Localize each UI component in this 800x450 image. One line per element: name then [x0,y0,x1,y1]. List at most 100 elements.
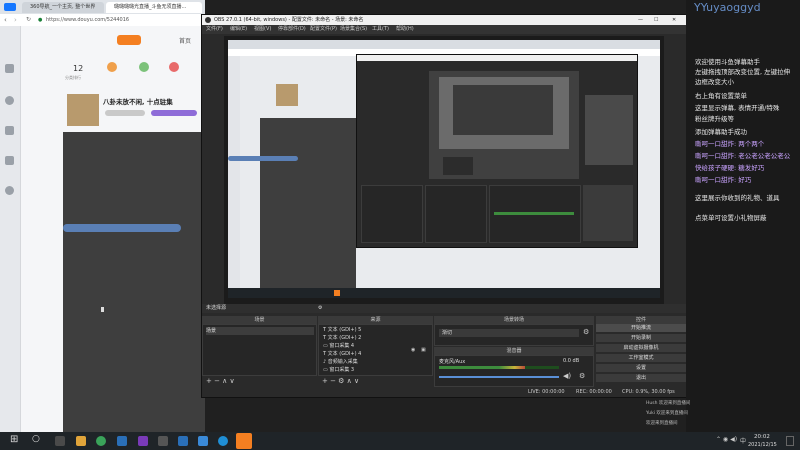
gift-icon[interactable] [139,62,149,72]
obs-titlebar: OBS 27.0.1 (64-bit, windows) - 配置文件: 未命名… [202,15,687,25]
taskbar-folder-icon[interactable] [76,436,86,446]
fans-icon[interactable] [107,62,117,72]
minimize-icon[interactable]: — [638,15,643,25]
source-item[interactable]: T 文本 (GDI+) 5 [323,326,361,334]
properties-gear-icon[interactable]: ⚙ [318,304,322,313]
room-title: 八卦未放不闲, 十点驻集 [103,98,173,106]
tray-icons[interactable]: ⌃ ◉ ◀) [716,436,737,443]
menu-help[interactable]: 帮助(H) [396,25,414,34]
speaker-icon[interactable]: ◀) [563,372,571,380]
transition-dock: 渐切 ⚙ [434,324,594,346]
danmu-assistant-panel: YYuyaoggyd 欢迎使用斗鱼弹幕助手 左键拖拽顶部改变位置, 左键拉伸 边… [686,0,800,432]
start-streaming-button[interactable]: 开始推流 [596,324,686,333]
settings-button[interactable]: 设置 [596,364,686,373]
transition-select[interactable]: 渐切 [439,329,579,337]
exit-button[interactable]: 退出 [596,374,686,383]
chat-line: 左键拖拽顶部改变位置, 左键拉伸 [695,68,791,76]
source-item[interactable]: T 文本 (GDI+) 4 [323,350,361,358]
clock-date[interactable]: 2021/12/15 [748,442,777,448]
virtual-camera-button[interactable]: 启动虚拟摄像机 [596,344,686,353]
menu-file[interactable]: 文件(F) [206,25,223,34]
follow-button[interactable] [151,110,197,116]
source-add-remove-icons[interactable]: + − ⚙ ∧ ∨ [322,377,359,385]
capture-inner-docks [443,157,473,175]
no-source-selected: 未选择源 [206,305,227,311]
sources-list[interactable]: T 文本 (GDI+) 5 T 文本 (GDI+) 2 ▭ 窗口采集 4 T 文… [318,324,433,376]
lock-icon[interactable]: ▣ [421,326,426,374]
browser-window: 360导航_一个主页, 整个世界 璐璐璐璐光直播_斗鱼无须直播... ‹ › ↻… [0,0,205,432]
url-text[interactable]: https://www.douyu.com/5244016 [46,16,196,24]
mixer-level: 0.0 dB [563,358,580,364]
source-item[interactable]: ▭ 窗口采集 3 [323,366,354,374]
chat-line: 边框改变大小 [695,78,734,86]
scene-item[interactable]: 场景 [206,327,314,335]
capture-sidebar [228,56,240,298]
taskbar-app-icon[interactable] [158,436,168,446]
rank-count: 12 [73,64,84,73]
start-recording-button[interactable]: 开始录制 [596,334,686,343]
browser-tab-2[interactable]: 璐璐璐璐光直播_斗鱼无须直播... [106,2,202,13]
taskbar-edge-icon[interactable] [218,436,228,446]
taskbar-douyu-icon[interactable] [236,433,252,449]
controls-dock: 开始推流 开始录制 启动虚拟摄像机 工作室模式 设置 退出 [596,324,686,388]
studio-mode-button[interactable]: 工作室模式 [596,354,686,363]
visibility-eye-icon[interactable]: ◉ [411,326,415,374]
mixer-gear-icon[interactable]: ⚙ [579,372,585,380]
menu-docks[interactable]: 停靠部件(D) [278,25,306,34]
back-icon[interactable]: ‹ [4,16,7,24]
share-icon[interactable] [169,62,179,72]
sidebar-category-icon[interactable] [5,126,14,135]
menu-view[interactable]: 视图(V) [254,25,271,34]
transition-dock-title: 场景转场 [434,316,594,324]
chat-line: 点菜单可设置小礼物屏蔽 [695,214,767,222]
clock-time[interactable]: 20:02 [754,434,770,440]
taskbar-steam-icon[interactable] [117,436,127,446]
streamer-avatar[interactable] [67,94,99,126]
header-home-link[interactable]: 首页 [179,36,191,45]
capture-scenes [361,185,423,243]
browser-tab-strip: 360导航_一个主页, 整个世界 璐璐璐璐光直播_斗鱼无须直播... [0,0,205,14]
scene-add-remove-icons[interactable]: + − ∧ ∨ [206,377,235,385]
obs-window-title: OBS 27.0.1 (64-bit, windows) - 配置文件: 未命名… [214,17,364,23]
sidebar-home-icon[interactable] [5,64,14,73]
rank-count-label: 分类排行 [65,75,81,80]
source-item[interactable]: ▭ 窗口采集 4 [323,342,354,350]
taskbar-premiere-icon[interactable] [138,436,148,446]
source-item[interactable]: T 文本 (GDI+) 2 [323,334,361,342]
source-item[interactable]: ♪ 音频输入采集 [323,358,358,366]
windows-start-icon[interactable]: ⊞ [10,434,18,445]
taskbar-browser-icon[interactable] [96,436,106,446]
chat-line: 这里显示弹幕, 表情开通/特殊 [695,104,780,112]
transition-gear-icon[interactable]: ⚙ [583,328,589,336]
scenes-list[interactable]: 场景 [202,324,317,376]
taskbar-obs-icon[interactable] [55,436,65,446]
sidebar-history-icon[interactable] [5,156,14,165]
refresh-icon[interactable]: ↻ [26,16,31,24]
browser-tab-1[interactable]: 360导航_一个主页, 整个世界 [22,2,104,13]
gift-notices: Hush 欢迎来到直播间 Yuki 欢迎来到直播间 欢迎来到直播间 [640,398,700,430]
sidebar-user-icon[interactable] [5,186,14,195]
tab-label: 360导航_一个主页, 整个世界 [30,4,96,10]
sidebar-follow-icon[interactable] [5,96,14,105]
volume-slider[interactable] [439,376,559,378]
menu-scene-collection[interactable]: 场景集合(S) [340,25,367,34]
chat-line: 嘶呵一口甜炸: 两个两个 [695,140,765,148]
obs-preview[interactable] [224,36,664,304]
taskbar-app-icon[interactable] [178,436,188,446]
video-player[interactable] [63,132,205,432]
menu-edit[interactable]: 编辑(E) [230,25,247,34]
gift-row: 欢迎来到直播间 [646,421,678,426]
notification-icon[interactable] [786,436,794,446]
input-language[interactable]: 中 [740,436,746,445]
forward-icon[interactable]: › [14,16,17,24]
chat-line: 粉丝牌升级等 [695,115,734,123]
taskbar-steam-icon-2[interactable] [198,436,208,446]
mixer-channel-name: 麦克风/Aux [439,359,466,365]
menu-profile[interactable]: 配置文件(P) [310,25,337,34]
close-icon[interactable]: ✕ [672,15,676,25]
preview-capture [228,40,660,298]
chat-line: 这里展示你收到的礼物、道具 [695,194,780,202]
maximize-icon[interactable]: ☐ [654,15,658,25]
menu-tools[interactable]: 工具(T) [372,25,389,34]
search-icon[interactable]: ○ [32,434,40,444]
